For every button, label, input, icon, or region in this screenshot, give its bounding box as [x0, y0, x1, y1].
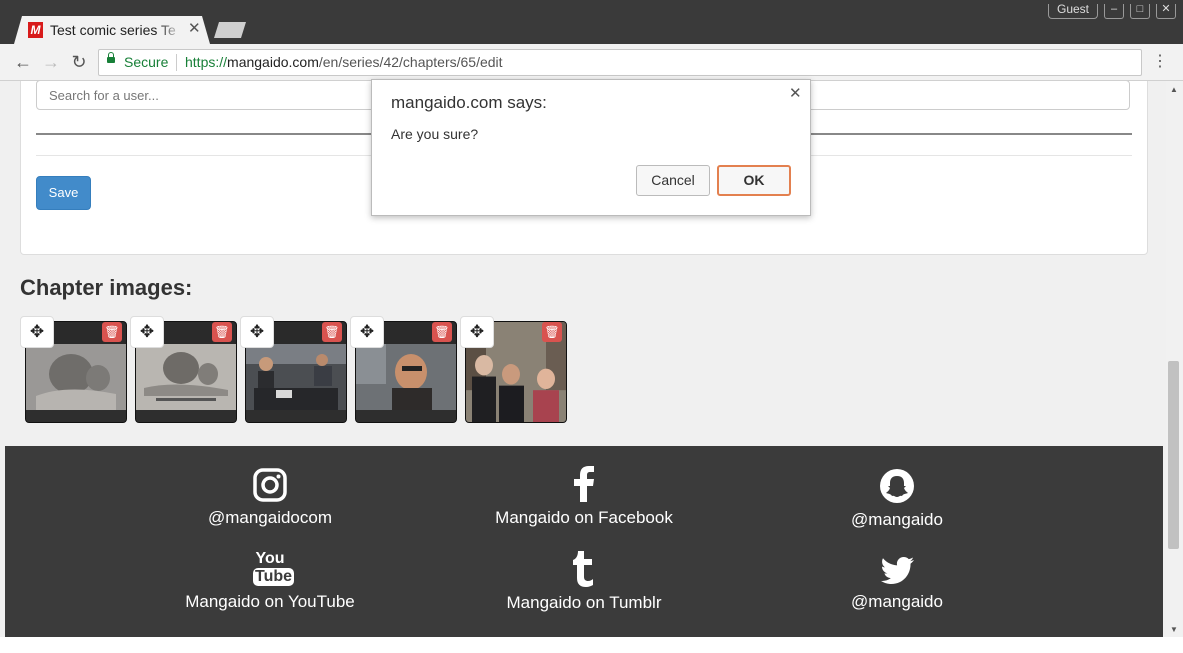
forward-arrow-icon[interactable]: → [40, 51, 62, 73]
instagram-icon [253, 468, 287, 502]
secure-label: Secure [124, 54, 169, 70]
browser-toolbar: ← → ↻ Secure https://mangaido.com/en/ser… [0, 44, 1183, 81]
trash-icon[interactable]: 🗑 [542, 322, 562, 342]
trash-icon[interactable]: 🗑 [212, 322, 232, 342]
thumbnail-bar [246, 410, 346, 422]
twitter-icon [880, 557, 914, 584]
social-link-label: @mangaido [851, 510, 943, 529]
youtube-link[interactable]: You Tube Mangaido on YouTube [160, 550, 380, 612]
instagram-link[interactable]: @mangaidocom [170, 468, 370, 528]
lock-icon [107, 52, 115, 63]
tab-title: Test comic series Te [50, 22, 176, 38]
move-handle-icon[interactable]: ✥ [460, 316, 494, 348]
site-footer: @mangaidocom Mangaido on Facebook @manga… [5, 446, 1163, 637]
trash-icon[interactable]: 🗑 [102, 322, 122, 342]
chapter-image [136, 344, 236, 410]
url-path: /en/series/42/chapters/65/edit [318, 54, 503, 70]
chapter-image [356, 344, 456, 410]
scrollbar-thumb[interactable] [1168, 361, 1179, 549]
facebook-link[interactable]: Mangaido on Facebook [469, 466, 699, 528]
facebook-icon [574, 466, 594, 502]
social-link-label: Mangaido on Tumblr [506, 593, 662, 612]
chapter-image [246, 344, 346, 410]
url-text[interactable]: https://mangaido.com/en/series/42/chapte… [185, 54, 503, 71]
guest-profile-button[interactable]: Guest [1048, 4, 1098, 19]
confirm-dialog: mangaido.com says: ✕ Are you sure? Cance… [371, 79, 811, 216]
tumblr-link[interactable]: Mangaido on Tumblr [469, 551, 699, 613]
reload-icon[interactable]: ↻ [68, 51, 90, 73]
maximize-window-icon[interactable]: □ [1130, 4, 1150, 19]
thumbnail-bar [26, 410, 126, 422]
social-link-label: Mangaido on Facebook [495, 508, 673, 527]
scroll-down-arrow-icon[interactable]: ▼ [1170, 625, 1178, 634]
move-handle-icon[interactable]: ✥ [20, 316, 54, 348]
cancel-button[interactable]: Cancel [636, 165, 710, 196]
chapter-image [26, 344, 126, 410]
tab-close-icon[interactable]: ✕ [188, 20, 201, 38]
thumbnail-bar [356, 410, 456, 422]
scroll-up-arrow-icon[interactable]: ▲ [1170, 85, 1178, 94]
save-button[interactable]: Save [36, 176, 91, 210]
new-tab-button[interactable] [214, 22, 246, 38]
youtube-icon: You Tube [253, 550, 295, 586]
url-host: mangaido.com [227, 54, 319, 70]
address-separator [176, 54, 177, 71]
close-window-icon[interactable]: ✕ [1156, 4, 1176, 19]
social-link-label: @mangaidocom [207, 508, 333, 527]
browser-tab-active[interactable]: M Test comic series Te ✕ [14, 16, 210, 44]
move-handle-icon[interactable]: ✥ [240, 316, 274, 348]
back-arrow-icon[interactable]: ← [12, 51, 34, 73]
social-link-label: Mangaido on YouTube [185, 592, 355, 611]
page-scrollbar[interactable]: ▲ ▼ [1166, 81, 1183, 637]
thumbnail-bar [136, 410, 236, 422]
snapchat-icon [880, 469, 914, 503]
dialog-close-icon[interactable]: ✕ [789, 84, 802, 102]
url-scheme: https:// [185, 54, 228, 70]
window-bottom-edge [0, 637, 1183, 653]
address-bar[interactable]: Secure https://mangaido.com/en/series/42… [98, 49, 1142, 76]
trash-icon[interactable]: 🗑 [322, 322, 342, 342]
twitter-link[interactable]: @mangaido [797, 556, 997, 612]
social-link-label: @mangaido [851, 592, 943, 611]
move-handle-icon[interactable]: ✥ [130, 316, 164, 348]
browser-tabstrip: M Test comic series Te ✕ Guest – □ ✕ [0, 0, 1183, 44]
dialog-message: Are you sure? [391, 126, 479, 142]
tumblr-icon [573, 551, 593, 587]
trash-icon[interactable]: 🗑 [432, 322, 452, 342]
browser-menu-icon[interactable]: ⋮ [1152, 52, 1168, 72]
dialog-title: mangaido.com says: [391, 93, 547, 112]
site-favicon-icon: M [28, 22, 43, 38]
ok-button[interactable]: OK [717, 165, 791, 196]
snapchat-link[interactable]: @mangaido [797, 468, 997, 530]
move-handle-icon[interactable]: ✥ [350, 316, 384, 348]
chapter-images-heading: Chapter images: [20, 275, 193, 300]
minimize-window-icon[interactable]: – [1104, 4, 1124, 19]
